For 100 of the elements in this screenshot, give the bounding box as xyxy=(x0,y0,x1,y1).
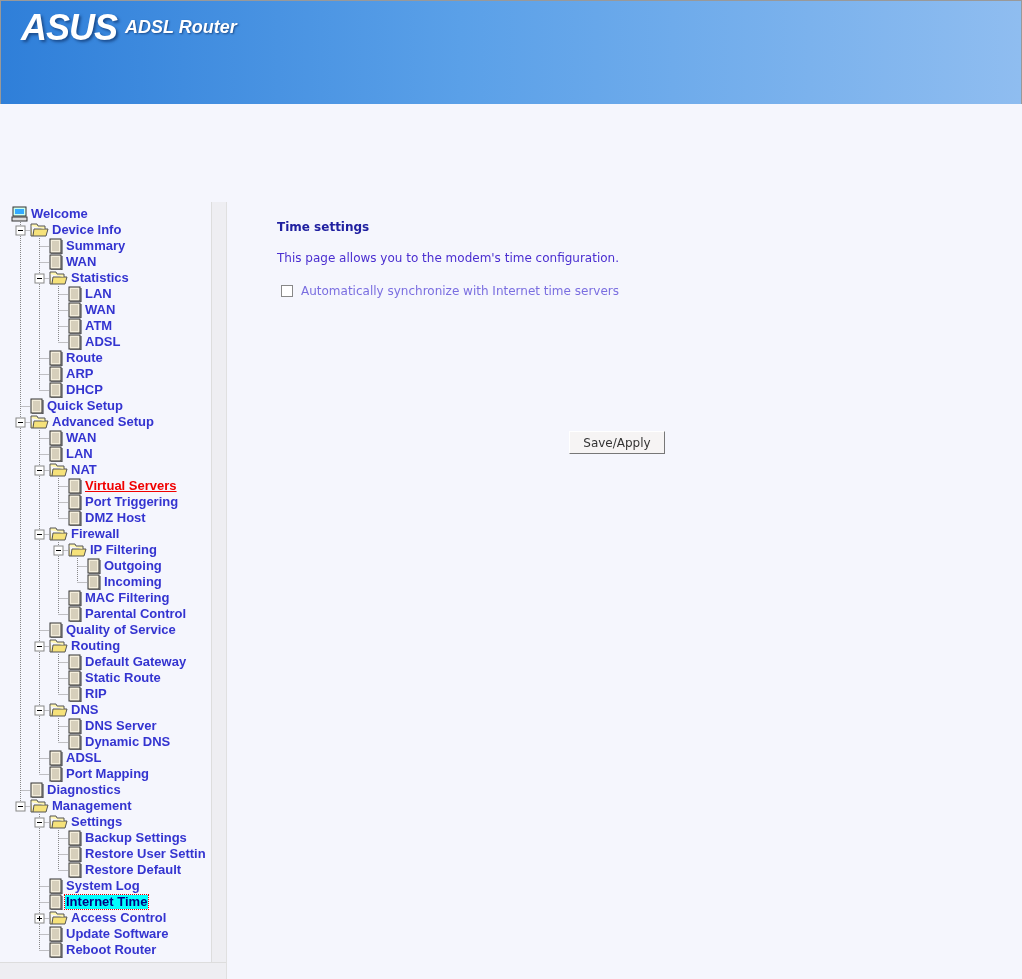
tree-line xyxy=(39,254,49,270)
folder-icon xyxy=(30,799,49,813)
document-icon xyxy=(68,318,82,334)
document-icon xyxy=(68,286,82,302)
tree-item[interactable]: Diagnostics xyxy=(46,783,122,797)
tree-item[interactable]: Dynamic DNS xyxy=(84,735,172,749)
minus-icon[interactable] xyxy=(34,465,45,476)
tree-item[interactable]: Default Gateway xyxy=(84,655,188,669)
document-icon xyxy=(68,718,82,734)
tree-item[interactable]: Incoming xyxy=(103,575,163,589)
document-icon xyxy=(49,926,63,942)
document-icon xyxy=(49,238,63,254)
tree-item[interactable]: Statistics xyxy=(70,271,130,285)
tree-item[interactable]: WAN xyxy=(65,255,98,269)
tree-item[interactable]: Welcome xyxy=(30,207,89,221)
page-description: This page allows you to the modem's time configuration. xyxy=(277,251,620,265)
document-icon xyxy=(68,734,82,750)
plus-icon[interactable] xyxy=(34,913,45,924)
document-icon xyxy=(49,382,63,398)
tree-item[interactable]: Summary xyxy=(65,239,127,253)
tree-item[interactable]: Port Mapping xyxy=(65,767,151,781)
tree-item[interactable]: Restore Default xyxy=(84,863,183,877)
tree-item[interactable]: Quick Setup xyxy=(46,399,124,413)
save-apply-button[interactable]: Save/Apply xyxy=(569,431,665,454)
tree-item[interactable]: DNS Server xyxy=(84,719,158,733)
tree-line xyxy=(39,446,49,462)
minus-icon[interactable] xyxy=(15,417,26,428)
tree-item[interactable]: WAN xyxy=(65,431,98,445)
tree-item[interactable]: WAN xyxy=(84,303,117,317)
document-icon xyxy=(68,478,82,494)
tree-item[interactable]: ATM xyxy=(84,319,114,333)
tree-line xyxy=(39,910,49,926)
folder-icon xyxy=(49,463,68,477)
minus-icon[interactable] xyxy=(34,817,45,828)
tree-item[interactable]: Device Info xyxy=(51,223,123,237)
document-icon xyxy=(49,942,63,958)
document-icon xyxy=(68,302,82,318)
tree-item[interactable]: Route xyxy=(65,351,104,365)
document-icon xyxy=(68,686,82,702)
tree-item[interactable]: System Log xyxy=(65,879,141,893)
tree-item[interactable]: Management xyxy=(51,799,133,813)
folder-icon xyxy=(49,639,68,653)
minus-icon[interactable] xyxy=(53,545,64,556)
document-icon xyxy=(49,894,63,910)
folder-icon xyxy=(49,271,68,285)
tree-item[interactable]: Outgoing xyxy=(103,559,163,573)
tree-item[interactable]: DMZ Host xyxy=(84,511,147,525)
tree-item[interactable]: Restore User Settin xyxy=(84,847,207,861)
tree-line xyxy=(58,302,68,318)
tree-item[interactable]: DNS xyxy=(70,703,100,717)
tree-item[interactable]: Settings xyxy=(70,815,124,829)
computer-icon xyxy=(11,206,28,222)
tree-item[interactable]: Internet Time xyxy=(65,895,149,909)
vertical-scrollbar[interactable] xyxy=(211,202,226,962)
tree-item[interactable]: MAC Filtering xyxy=(84,591,171,605)
minus-icon[interactable] xyxy=(34,641,45,652)
tree-item[interactable]: Backup Settings xyxy=(84,831,188,845)
tree-line xyxy=(58,286,68,302)
tree-item[interactable]: LAN xyxy=(84,287,113,301)
tree-item[interactable]: Virtual Servers xyxy=(84,479,178,493)
minus-icon[interactable] xyxy=(34,705,45,716)
document-icon xyxy=(68,606,82,622)
tree-item[interactable]: IP Filtering xyxy=(89,543,158,557)
folder-icon xyxy=(49,527,68,541)
tree-item[interactable]: ADSL xyxy=(65,751,103,765)
minus-icon[interactable] xyxy=(34,529,45,540)
tree-item[interactable]: Static Route xyxy=(84,671,162,685)
tree-item[interactable]: LAN xyxy=(65,447,94,461)
sync-checkbox[interactable] xyxy=(281,285,293,297)
tree-item[interactable]: Routing xyxy=(70,639,122,653)
tree-item[interactable]: Access Control xyxy=(70,911,168,925)
document-icon xyxy=(30,782,44,798)
page-title: Time settings xyxy=(277,220,370,234)
tree-item[interactable]: RIP xyxy=(84,687,108,701)
minus-icon[interactable] xyxy=(15,225,26,236)
tree-item[interactable]: Reboot Router xyxy=(65,943,158,957)
folder-icon xyxy=(49,815,68,829)
tree-item[interactable]: Port Triggering xyxy=(84,495,180,509)
tree-item[interactable]: Advanced Setup xyxy=(51,415,155,429)
tree-item[interactable]: DHCP xyxy=(65,383,104,397)
document-icon xyxy=(49,254,63,270)
document-icon xyxy=(68,846,82,862)
tree-item[interactable]: NAT xyxy=(70,463,98,477)
tree-item[interactable]: ARP xyxy=(65,367,95,381)
folder-icon xyxy=(30,415,49,429)
tree-item[interactable]: Update Software xyxy=(65,927,170,941)
brand-logo: ASUS xyxy=(21,9,118,47)
tree-item[interactable]: Quality of Service xyxy=(65,623,177,637)
document-icon xyxy=(30,398,44,414)
product-name: ADSL Router xyxy=(125,17,237,38)
tree-line xyxy=(39,894,49,910)
minus-icon[interactable] xyxy=(34,273,45,284)
folder-icon xyxy=(68,543,87,557)
tree-item[interactable]: Firewall xyxy=(70,527,121,541)
horizontal-scrollbar[interactable] xyxy=(0,962,226,979)
tree-item[interactable]: Parental Control xyxy=(84,607,188,621)
tree-item[interactable]: ADSL xyxy=(84,335,122,349)
minus-icon[interactable] xyxy=(15,801,26,812)
document-icon xyxy=(87,574,101,590)
document-icon xyxy=(68,862,82,878)
